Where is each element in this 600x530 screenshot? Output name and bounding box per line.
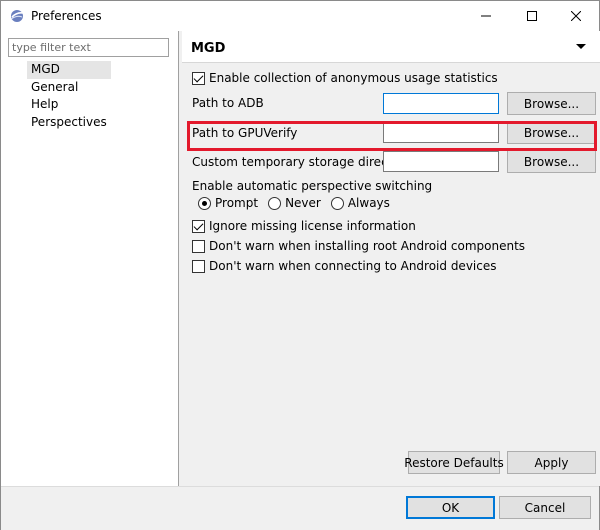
view-menu-icon[interactable] bbox=[576, 44, 586, 49]
dialog-button-bar: OK Cancel bbox=[1, 486, 599, 530]
usage-stats-checkbox[interactable]: Enable collection of anonymous usage sta… bbox=[192, 70, 498, 86]
page-header: MGD bbox=[182, 31, 600, 63]
perspective-switching-label: Enable automatic perspective switching bbox=[192, 179, 433, 193]
eclipse-app-icon bbox=[10, 10, 24, 22]
radio-never[interactable]: Never bbox=[268, 196, 321, 210]
preference-page: MGD Enable collection of anonymous usage… bbox=[182, 31, 600, 486]
ok-button[interactable]: OK bbox=[406, 496, 495, 519]
tree-item-general[interactable]: General bbox=[27, 79, 111, 97]
title-bar: Preferences bbox=[1, 1, 599, 31]
radio-always[interactable]: Always bbox=[330, 196, 390, 210]
page-title: MGD bbox=[191, 41, 226, 56]
radio-prompt-label: Prompt bbox=[215, 196, 259, 210]
window-title: Preferences bbox=[31, 9, 102, 23]
maximize-button[interactable] bbox=[509, 1, 555, 31]
preference-tree-panel: MGD General Help Perspectives bbox=[1, 31, 179, 486]
radio-unselected-icon[interactable] bbox=[268, 196, 282, 210]
maximize-icon bbox=[527, 11, 537, 21]
radio-selected-icon[interactable] bbox=[198, 196, 211, 210]
connect-android-label: Don't warn when connecting to Android de… bbox=[209, 259, 497, 273]
checkbox-checked-icon[interactable] bbox=[192, 219, 205, 233]
connect-android-checkbox[interactable]: Don't warn when connecting to Android de… bbox=[192, 258, 496, 274]
close-icon bbox=[571, 11, 581, 21]
restore-defaults-button[interactable]: Restore Defaults bbox=[404, 451, 504, 474]
storage-dir-label: Custom temporary storage directory bbox=[192, 155, 412, 169]
tree-item-help[interactable]: Help bbox=[27, 96, 111, 114]
radio-prompt[interactable]: Prompt bbox=[198, 196, 258, 210]
close-button[interactable] bbox=[553, 1, 599, 31]
filter-input[interactable] bbox=[8, 38, 169, 57]
tree-item-perspectives[interactable]: Perspectives bbox=[27, 114, 111, 132]
gpuverify-path-input[interactable] bbox=[383, 122, 499, 143]
apply-button[interactable]: Apply bbox=[507, 451, 596, 474]
ignore-license-label: Ignore missing license information bbox=[209, 219, 416, 233]
cancel-button[interactable]: Cancel bbox=[499, 496, 591, 519]
checkbox-unchecked-icon[interactable] bbox=[192, 239, 205, 253]
root-android-label: Don't warn when installing root Android … bbox=[209, 239, 526, 253]
checkbox-checked-icon[interactable] bbox=[192, 71, 205, 85]
radio-never-label: Never bbox=[285, 196, 321, 210]
adb-path-label: Path to ADB bbox=[192, 96, 264, 110]
adb-path-input[interactable] bbox=[383, 93, 499, 114]
tree-item-mgd[interactable]: MGD bbox=[27, 61, 111, 79]
usage-stats-label: Enable collection of anonymous usage sta… bbox=[209, 71, 498, 85]
preferences-dialog: Preferences MGD General Help Perspective… bbox=[0, 0, 600, 530]
radio-unselected-icon[interactable] bbox=[330, 196, 344, 210]
minimize-button[interactable] bbox=[463, 1, 509, 31]
storage-dir-input[interactable] bbox=[383, 151, 499, 172]
checkbox-unchecked-icon[interactable] bbox=[192, 259, 205, 273]
gpuverify-path-label: Path to GPUVerify bbox=[192, 126, 298, 140]
minimize-icon bbox=[481, 15, 491, 17]
root-android-checkbox[interactable]: Don't warn when installing root Android … bbox=[192, 238, 525, 254]
ignore-license-checkbox[interactable]: Ignore missing license information bbox=[192, 218, 416, 234]
storage-browse-button[interactable]: Browse... bbox=[507, 150, 596, 173]
radio-always-label: Always bbox=[347, 196, 390, 210]
adb-browse-button[interactable]: Browse... bbox=[507, 92, 596, 115]
preference-tree: MGD General Help Perspectives bbox=[27, 61, 111, 131]
perspective-radio-group: Prompt Never Always bbox=[198, 196, 400, 210]
gpuverify-browse-button[interactable]: Browse... bbox=[507, 121, 596, 144]
